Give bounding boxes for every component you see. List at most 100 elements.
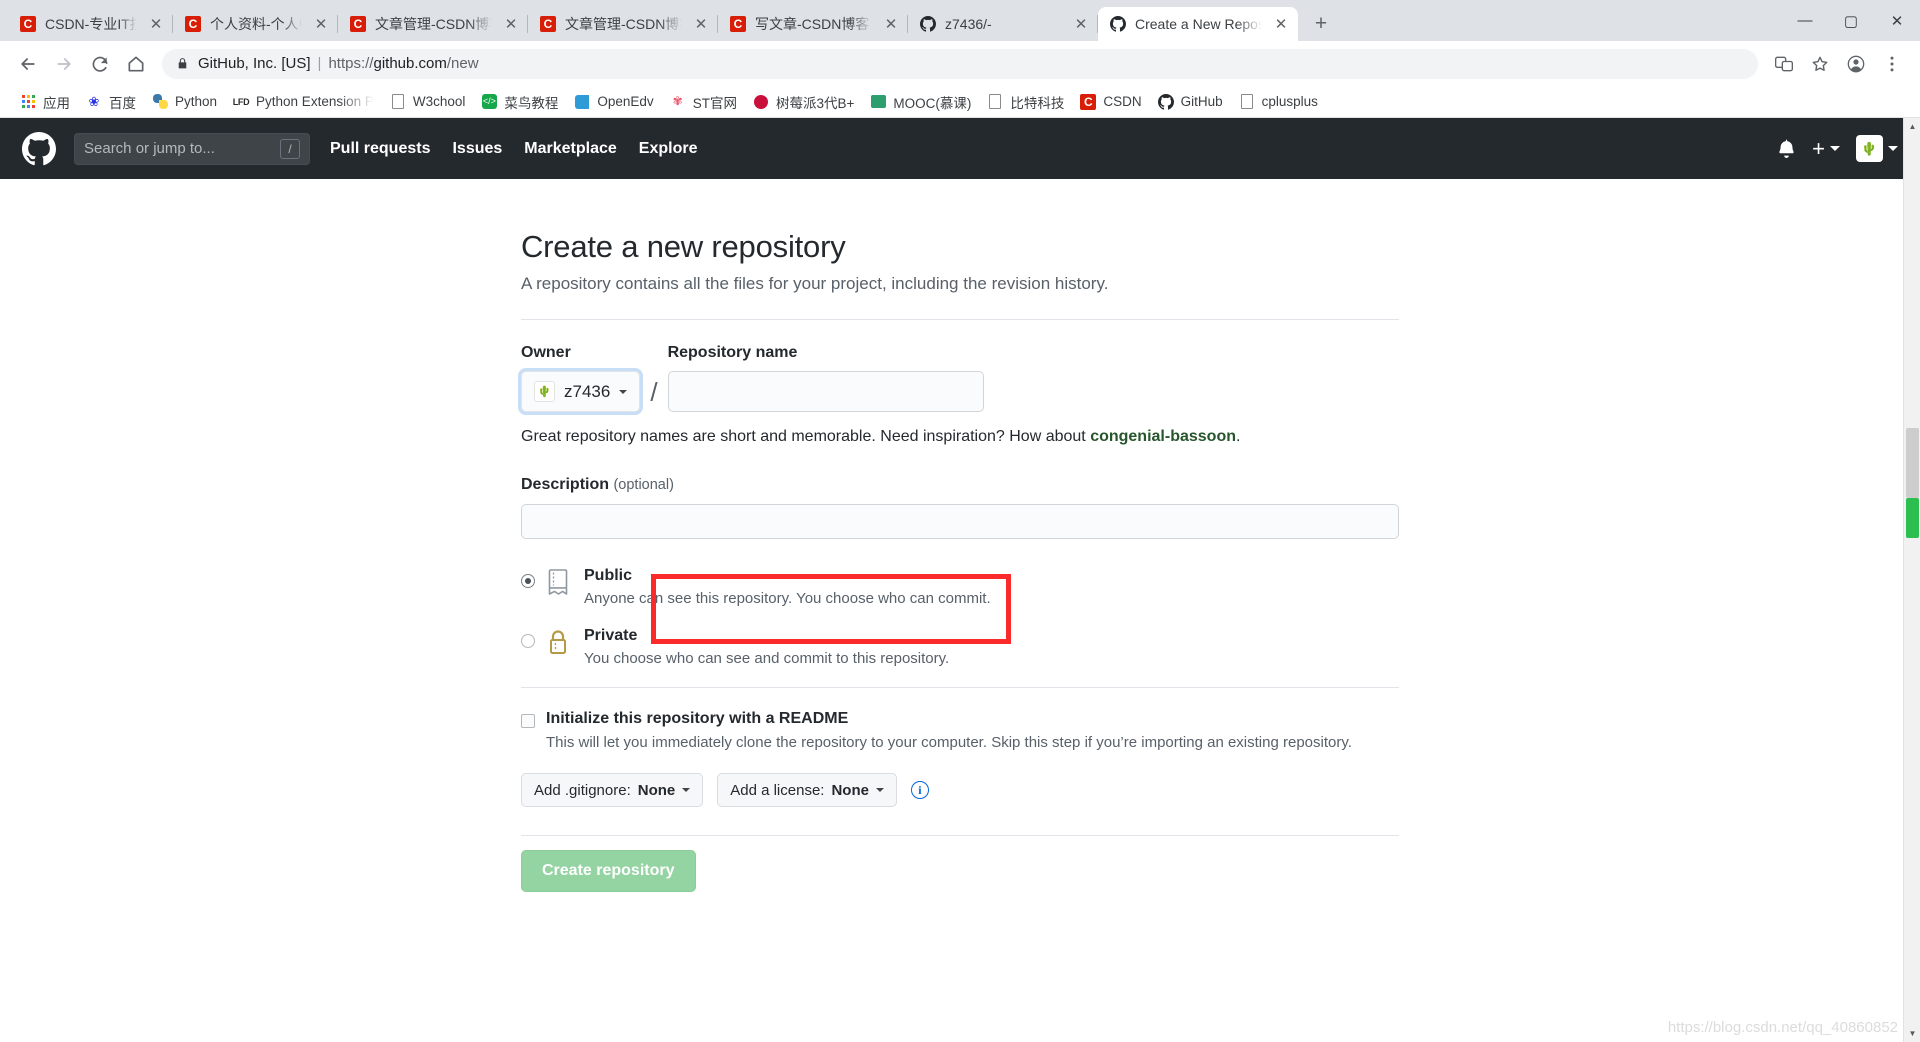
browser-tab[interactable]: C 文章管理-CSDN博客 ✕ xyxy=(338,7,528,41)
visibility-option-public[interactable]: Public Anyone can see this repository. Y… xyxy=(521,567,1399,607)
bookmark-cplusplus[interactable]: cplusplus xyxy=(1231,91,1326,113)
nav-pull-requests[interactable]: Pull requests xyxy=(330,140,430,158)
bookmark-python-extension[interactable]: LFD Python Extension P xyxy=(225,91,382,113)
gitignore-dropdown[interactable]: Add .gitignore: None xyxy=(521,773,704,807)
close-icon[interactable]: ✕ xyxy=(1270,13,1292,35)
page-scrollbar[interactable]: ▲ ▼ xyxy=(1903,118,1920,1042)
address-bar[interactable]: GitHub, Inc. [US] | https://github.com/n… xyxy=(162,48,1758,79)
browser-window: C CSDN-专业IT技术社区 ✕ C 个人资料-个人中心-CSDN ✕ C 文… xyxy=(0,0,1920,1042)
template-dropdowns: Add .gitignore: None Add a license: None… xyxy=(521,773,1399,807)
bookmark-label: cplusplus xyxy=(1261,94,1318,109)
scroll-up-arrow-icon[interactable]: ▲ xyxy=(1904,118,1920,135)
visibility-option-private[interactable]: Private You choose who can see and commi… xyxy=(521,627,1399,667)
bookmark-st[interactable]: ✾ ST官网 xyxy=(662,89,745,115)
bookmark-baidu[interactable]: ❀ 百度 xyxy=(78,89,144,115)
github-nav: Pull requests Issues Marketplace Explore xyxy=(330,140,697,158)
owner-label: Owner xyxy=(521,344,571,361)
nav-explore[interactable]: Explore xyxy=(639,140,698,158)
scroll-down-arrow-icon[interactable]: ▼ xyxy=(1904,1025,1920,1042)
chevron-down-icon xyxy=(682,788,691,792)
browser-tab[interactable]: C 文章管理-CSDN博客 ✕ xyxy=(528,7,718,41)
bookmark-label: 应用 xyxy=(43,95,70,111)
browser-tab-active[interactable]: Create a New Repository ✕ xyxy=(1098,7,1298,41)
search-placeholder: Search or jump to... xyxy=(84,140,215,157)
forward-arrow-icon[interactable] xyxy=(46,46,82,82)
bookmark-runoob[interactable]: </> 菜鸟教程 xyxy=(473,89,566,115)
bookmark-python[interactable]: Python xyxy=(144,91,225,113)
reload-icon[interactable] xyxy=(82,46,118,82)
url-scheme: https:// xyxy=(328,55,374,72)
bookmark-label: Python Extension P xyxy=(256,94,374,109)
back-arrow-icon[interactable] xyxy=(10,46,46,82)
readme-checkbox[interactable] xyxy=(521,714,535,728)
bookmark-label: 菜鸟教程 xyxy=(504,95,559,111)
license-dropdown[interactable]: Add a license: None xyxy=(717,773,897,807)
close-icon[interactable]: ✕ xyxy=(310,13,332,35)
minimize-button[interactable]: — xyxy=(1782,0,1828,41)
search-input[interactable]: Search or jump to... / xyxy=(74,132,310,165)
github-mark-icon[interactable] xyxy=(22,131,56,166)
three-dot-menu-icon[interactable] xyxy=(1874,46,1910,82)
tab-title: Create a New Repository xyxy=(1135,16,1262,32)
owner-and-name-row: Owner 🌵 z7436 / Repository name xyxy=(521,344,1399,412)
create-repository-button[interactable]: Create repository xyxy=(521,850,696,892)
bookmark-w3chool[interactable]: W3chool xyxy=(382,91,474,113)
github-icon xyxy=(1157,93,1174,110)
nav-marketplace[interactable]: Marketplace xyxy=(524,140,617,158)
avatar: 🌵 xyxy=(534,381,555,402)
close-icon[interactable]: ✕ xyxy=(690,13,712,35)
github-icon xyxy=(920,16,936,32)
bookmark-openedv[interactable]: OpenEdv xyxy=(566,91,661,113)
bookmark-label: ST官网 xyxy=(692,95,737,111)
home-icon[interactable] xyxy=(118,46,154,82)
readme-option[interactable]: Initialize this repository with a README… xyxy=(521,710,1399,751)
create-button-row: Create repository xyxy=(521,850,1399,892)
close-icon[interactable]: ✕ xyxy=(880,13,902,35)
bookmark-mooc[interactable]: MOOC(慕课) xyxy=(862,89,979,115)
suggested-name-link[interactable]: congenial-bassoon xyxy=(1090,428,1236,445)
bookmark-apps[interactable]: 应用 xyxy=(12,89,78,115)
repo-name-input[interactable] xyxy=(667,371,984,412)
scrollbar-thumb[interactable] xyxy=(1906,428,1919,498)
helper-prefix: Great repository names are short and mem… xyxy=(521,428,1091,445)
radio-public[interactable] xyxy=(521,574,535,588)
bookmark-raspberry-pi[interactable]: 树莓派3代B+ xyxy=(745,89,862,115)
star-icon[interactable] xyxy=(1802,46,1838,82)
create-new-menu[interactable]: + xyxy=(1812,137,1840,160)
tab-title: 文章管理-CSDN博客 xyxy=(565,16,682,32)
browser-tab[interactable]: C CSDN-专业IT技术社区 ✕ xyxy=(8,7,173,41)
translate-icon[interactable] xyxy=(1766,46,1802,82)
chevron-down-icon xyxy=(1830,146,1840,151)
bookmark-csdn[interactable]: C CSDN xyxy=(1072,91,1149,113)
new-tab-button[interactable]: + xyxy=(1304,7,1338,41)
repo-name-field: Repository name xyxy=(667,344,984,412)
profile-icon[interactable] xyxy=(1838,46,1874,82)
repo-name-label: Repository name xyxy=(667,344,798,361)
maximize-button[interactable]: ▢ xyxy=(1828,0,1874,41)
bookmark-bit[interactable]: 比特科技 xyxy=(979,89,1072,115)
close-icon[interactable]: ✕ xyxy=(500,13,522,35)
readme-desc: This will let you immediately clone the … xyxy=(546,734,1352,751)
document-icon xyxy=(1239,94,1255,110)
gitignore-value: None xyxy=(637,781,676,799)
nav-issues[interactable]: Issues xyxy=(452,140,502,158)
close-icon[interactable]: ✕ xyxy=(145,13,167,35)
csdn-icon: C xyxy=(540,16,556,32)
repo-book-icon xyxy=(547,567,573,595)
owner-dropdown[interactable]: 🌵 z7436 xyxy=(521,371,641,412)
close-icon[interactable]: ✕ xyxy=(1070,13,1092,35)
divider xyxy=(521,687,1399,688)
bookmark-github[interactable]: GitHub xyxy=(1150,91,1231,113)
info-icon[interactable]: i xyxy=(910,781,929,799)
browser-tab[interactable]: C 个人资料-个人中心-CSDN ✕ xyxy=(173,7,338,41)
radio-private[interactable] xyxy=(521,634,535,648)
browser-tab[interactable]: z7436/- ✕ xyxy=(908,7,1098,41)
bookmark-label: CSDN xyxy=(1103,94,1142,109)
raspberry-pi-icon xyxy=(753,94,769,110)
security-label: GitHub, Inc. [US] xyxy=(198,55,311,72)
account-menu[interactable]: 🌵 xyxy=(1856,135,1898,162)
browser-tab[interactable]: C 写文章-CSDN博客 ✕ xyxy=(718,7,908,41)
bell-icon[interactable] xyxy=(1777,139,1796,158)
close-window-button[interactable]: ✕ xyxy=(1874,0,1920,41)
description-input[interactable] xyxy=(521,504,1399,539)
